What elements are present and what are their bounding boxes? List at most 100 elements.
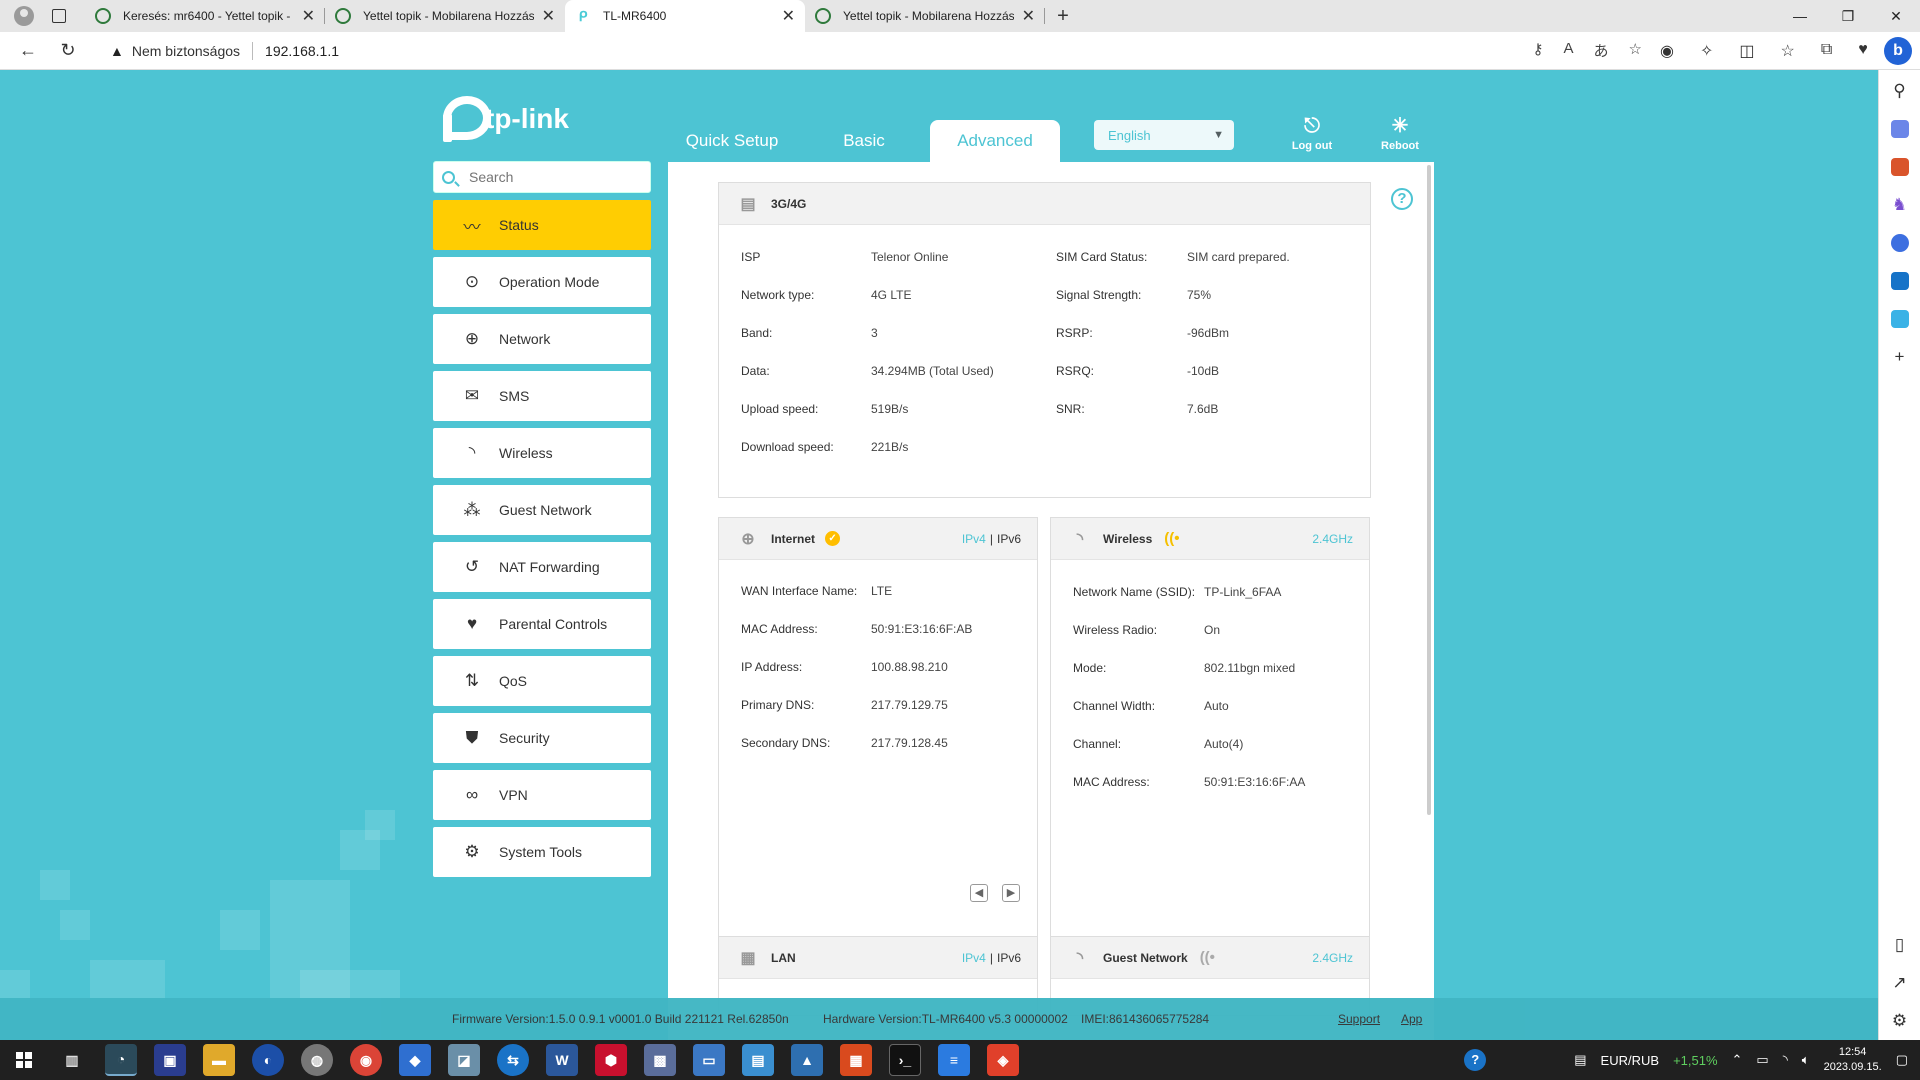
sidebar-item-guest-network[interactable]: ⁂ Guest Network	[433, 485, 651, 535]
ipv6-toggle[interactable]: IPv6	[997, 951, 1021, 965]
shopping-tag-icon[interactable]	[1890, 120, 1909, 138]
sidebar-item-vpn[interactable]: ∞ VPN	[433, 770, 651, 820]
minimize-icon[interactable]: —	[1776, 0, 1824, 32]
support-link[interactable]: Support	[1338, 1012, 1380, 1026]
logout-button[interactable]: ⎋ Log out	[1284, 114, 1340, 152]
puzzle-extensions-icon[interactable]: ✧	[1700, 41, 1713, 61]
app-icon[interactable]: ▤	[742, 1044, 774, 1076]
file-explorer-icon[interactable]: ▬	[203, 1044, 235, 1076]
app-icon[interactable]: ◆	[399, 1044, 431, 1076]
edge-browser-icon[interactable]: ◔	[105, 1044, 137, 1076]
app-icon[interactable]: ⬢	[595, 1044, 627, 1076]
key-icon[interactable]: ⚷	[1533, 40, 1544, 61]
teamviewer-icon[interactable]: ⇆	[497, 1044, 529, 1076]
read-aloud-icon[interactable]: A	[1564, 40, 1574, 61]
app-icon[interactable]: ◪	[448, 1044, 480, 1076]
chrome-icon[interactable]: ◉	[350, 1044, 382, 1076]
security-label[interactable]: Nem biztonságos	[132, 43, 240, 59]
close-tab-icon[interactable]: ✕	[1022, 6, 1035, 26]
back-arrow-icon[interactable]: ←	[8, 40, 48, 61]
translate-icon[interactable]: あ	[1594, 40, 1609, 61]
sidebar-item-wireless[interactable]: ◝ Wireless	[433, 428, 651, 478]
close-window-icon[interactable]: ✕	[1872, 0, 1920, 32]
menu-search-box[interactable]	[433, 161, 651, 193]
sidebar-item-system-tools[interactable]: ⚙ System Tools	[433, 827, 651, 877]
nav-tab-advanced[interactable]: Advanced	[930, 120, 1060, 162]
app-icon[interactable]: ◍	[301, 1044, 333, 1076]
notifications-icon[interactable]: ▢	[1896, 1052, 1908, 1068]
new-tab-button[interactable]: +	[1045, 0, 1081, 32]
tray-chevron-up-icon[interactable]: ⌃	[1732, 1052, 1743, 1068]
sidebar-item-operation-mode[interactable]: ⊙ Operation Mode	[433, 257, 651, 307]
currency-pair[interactable]: EUR/RUB	[1601, 1053, 1660, 1068]
open-external-icon[interactable]: ↗	[1891, 974, 1909, 992]
content-scrollbar[interactable]	[1427, 165, 1431, 815]
collections-icon[interactable]: ⧉	[1821, 41, 1832, 61]
restore-icon[interactable]: ❐	[1824, 0, 1872, 32]
add-sidebar-app-icon[interactable]: +	[1891, 348, 1909, 366]
nav-tab-basic[interactable]: Basic	[822, 120, 906, 162]
tab-actions-icon[interactable]	[52, 9, 66, 23]
performance-icon[interactable]: ♥	[1858, 41, 1868, 61]
browser-tab-1[interactable]: Keresés: mr6400 - Yettel topik - M ✕	[85, 0, 325, 32]
sidebar-item-network[interactable]: ⊕ Network	[433, 314, 651, 364]
extension-icon[interactable]: ◉	[1660, 41, 1674, 61]
omnibox[interactable]: ▲ Nem biztonságos 192.168.1.1 ⚷ A あ ☆	[110, 36, 1646, 66]
close-tab-icon[interactable]: ✕	[302, 6, 315, 26]
split-screen-icon[interactable]: ◫	[1739, 41, 1754, 61]
refresh-icon[interactable]: ↻	[48, 40, 88, 61]
task-view-icon[interactable]: ▥	[56, 1044, 88, 1076]
close-tab-icon[interactable]: ✕	[782, 6, 795, 26]
warning-triangle-icon[interactable]: ▲	[110, 43, 124, 59]
help-tray-icon[interactable]: ?	[1464, 1049, 1487, 1071]
browser-tab-3-active[interactable]: ᑭ TL-MR6400 ✕	[565, 0, 805, 32]
start-button[interactable]	[0, 1040, 48, 1080]
photos-icon[interactable]: ▲	[791, 1044, 823, 1076]
favorite-star-icon[interactable]: ☆	[1629, 40, 1642, 61]
browser-tab-2[interactable]: Yettel topik - Mobilarena Hozzász ✕	[325, 0, 565, 32]
app-icon[interactable]: ▩	[644, 1044, 676, 1076]
app-icon[interactable]: ▭	[693, 1044, 725, 1076]
nav-tab-quick-setup[interactable]: Quick Setup	[677, 120, 787, 162]
network-wifi-icon[interactable]: ◝	[1783, 1052, 1788, 1068]
outlook-icon[interactable]	[1890, 272, 1909, 290]
favorites-icon[interactable]: ☆	[1781, 41, 1795, 61]
browser-tab-4[interactable]: Yettel topik - Mobilarena Hozzász ✕	[805, 0, 1045, 32]
ipv6-toggle[interactable]: IPv6	[997, 532, 1021, 546]
prev-page-icon[interactable]: ◀	[970, 884, 988, 902]
close-tab-icon[interactable]: ✕	[542, 6, 555, 26]
search-icon[interactable]: ⚲	[1891, 82, 1909, 100]
games-chess-icon[interactable]: ♞	[1891, 196, 1909, 214]
clock[interactable]: 12:54 2023.09.15.	[1824, 1045, 1882, 1075]
word-icon[interactable]: W	[546, 1044, 578, 1076]
terminal-icon[interactable]: ›_	[889, 1044, 921, 1076]
guest-band-label[interactable]: 2.4GHz	[1312, 951, 1353, 965]
sidebar-item-security[interactable]: ⛊ Security	[433, 713, 651, 763]
profile-avatar-icon[interactable]	[14, 6, 34, 26]
help-question-icon[interactable]: ?	[1391, 188, 1413, 210]
language-select[interactable]: English ▼	[1094, 120, 1234, 150]
sidebar-settings-gear-icon[interactable]: ⚙	[1891, 1012, 1909, 1030]
drop-send-icon[interactable]	[1890, 310, 1909, 328]
save-disk-icon[interactable]: ▣	[154, 1044, 186, 1076]
ipv4-toggle[interactable]: IPv4	[962, 951, 986, 965]
app-icon[interactable]: ◈	[987, 1044, 1019, 1076]
url-text[interactable]: 192.168.1.1	[265, 43, 339, 59]
sidebar-item-parental-controls[interactable]: ♥ Parental Controls	[433, 599, 651, 649]
microsoft-365-icon[interactable]	[1890, 234, 1909, 252]
next-page-icon[interactable]: ▶	[1002, 884, 1020, 902]
battery-icon[interactable]: ▭	[1756, 1052, 1768, 1068]
app-icon[interactable]: ▦	[840, 1044, 872, 1076]
wireless-band-label[interactable]: 2.4GHz	[1312, 532, 1353, 546]
currency-widget-icon[interactable]: ▤	[1574, 1052, 1586, 1068]
app-link[interactable]: App	[1401, 1012, 1422, 1026]
sidebar-layout-icon[interactable]: ▯	[1891, 936, 1909, 954]
sidebar-item-nat-forwarding[interactable]: ↺ NAT Forwarding	[433, 542, 651, 592]
app-icon[interactable]: ◐	[252, 1044, 284, 1076]
notepad-icon[interactable]: ≡	[938, 1044, 970, 1076]
sidebar-item-qos[interactable]: ⇅ QoS	[433, 656, 651, 706]
bing-copilot-icon[interactable]: b	[1884, 37, 1912, 65]
currency-change[interactable]: +1,51%	[1673, 1053, 1717, 1068]
sidebar-item-sms[interactable]: ✉ SMS	[433, 371, 651, 421]
tools-briefcase-icon[interactable]	[1890, 158, 1909, 176]
